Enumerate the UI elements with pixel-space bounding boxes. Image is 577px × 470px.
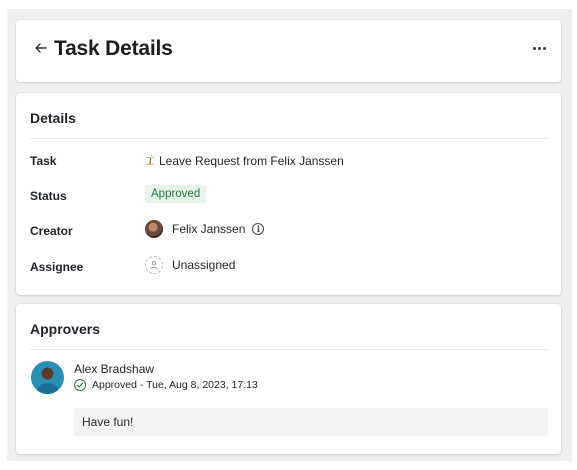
avatar — [31, 361, 64, 394]
arrow-left-icon[interactable] — [34, 41, 48, 55]
assignee-name: Unassigned — [172, 258, 236, 272]
approver-comment: Have fun! — [74, 408, 548, 436]
assignee-value[interactable]: Unassigned — [145, 256, 235, 274]
task-label: Task — [30, 154, 57, 168]
check-circle-icon — [74, 379, 86, 391]
divider — [30, 138, 549, 139]
status-value: Approved — [145, 185, 207, 203]
user-placeholder-icon — [145, 256, 163, 274]
header-card: Task Details — [16, 20, 561, 82]
assignee-label: Assignee — [30, 260, 84, 274]
more-horizontal-icon — [532, 46, 536, 50]
status-badge: Approved — [145, 185, 207, 203]
creator-name: Felix Janssen — [172, 222, 246, 236]
status-label: Status — [30, 189, 67, 203]
task-value[interactable]: Leave Request from Felix Janssen — [145, 154, 344, 168]
info-icon[interactable]: i — [252, 223, 265, 235]
more-options-button[interactable] — [529, 38, 549, 58]
page-background: Task Details Details Task Leave Request … — [7, 9, 572, 461]
page-title: Task Details — [54, 37, 173, 60]
approver-name: Alex Bradshaw — [74, 362, 155, 376]
more-dot — [537, 46, 541, 50]
palm-tree-icon — [145, 154, 155, 168]
approval-status: Approved - Tue, Aug 8, 2023, 17:13 — [74, 379, 258, 391]
avatar-shoulder — [37, 383, 58, 394]
task-title: Leave Request from Felix Janssen — [159, 154, 344, 168]
avatar — [145, 220, 163, 238]
creator-label: Creator — [30, 224, 73, 238]
more-dot — [542, 46, 546, 50]
creator-value: Felix Janssen i — [145, 220, 265, 238]
details-section-title: Details — [30, 110, 76, 126]
details-card: Details Task Leave Request from Felix Ja… — [16, 93, 561, 295]
approvers-card: Approvers Alex Bradshaw Approved - Tue, … — [16, 304, 561, 454]
approvers-section-title: Approvers — [30, 321, 101, 337]
approval-status-text: Approved - Tue, Aug 8, 2023, 17:13 — [92, 379, 258, 391]
divider — [30, 349, 549, 350]
